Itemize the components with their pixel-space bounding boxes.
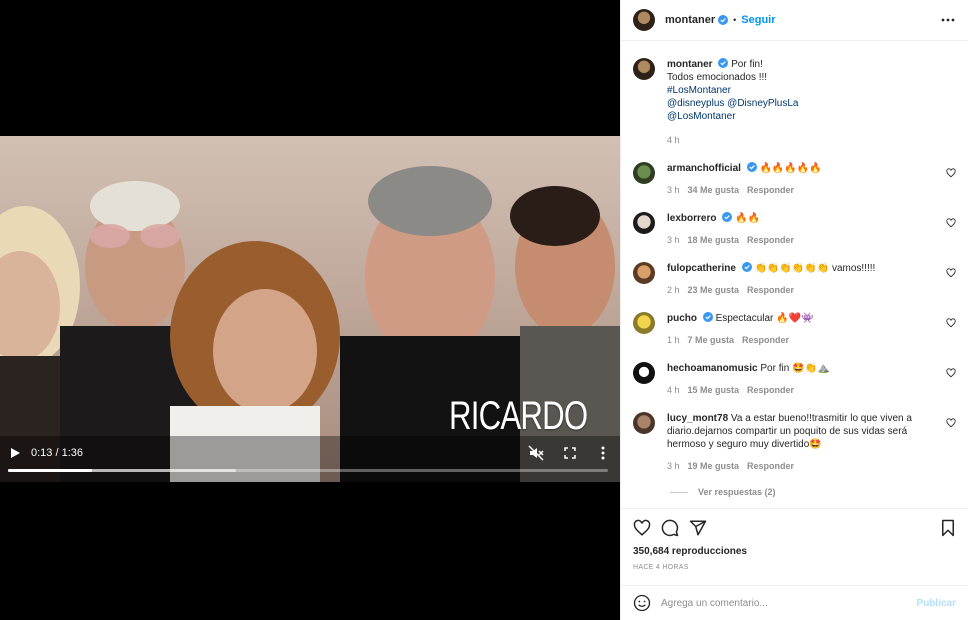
- reply-button[interactable]: Responder: [747, 384, 794, 397]
- comment-username[interactable]: lucy_mont78: [667, 413, 728, 424]
- like-comment-heart-icon[interactable]: [946, 368, 956, 378]
- play-icon[interactable]: [8, 446, 22, 460]
- verified-badge-icon: [718, 58, 729, 68]
- post-header: montaner • Seguir: [621, 0, 968, 41]
- post-actions: 350,684 reproducciones HACE 4 HORAS: [621, 508, 968, 571]
- video-progress-bar[interactable]: [8, 469, 608, 472]
- caption-mentions[interactable]: @disneyplus @DisneyPlusLa: [667, 97, 936, 110]
- verified-badge-icon: [702, 312, 713, 322]
- comment-item: fulopcatherine 👏👏👏👏👏👏 vamos!!!!! 2 h 23 M…: [633, 262, 956, 297]
- reply-button[interactable]: Responder: [747, 184, 794, 197]
- avatar[interactable]: [633, 212, 655, 234]
- comment-item: lucy_mont78 Va a estar bueno!!trasmitir …: [633, 412, 956, 473]
- comment-text: 👏👏👏👏👏👏 vamos!!!!!: [754, 263, 876, 274]
- comments-list[interactable]: montaner Por fin! Todos emocionados !!! …: [621, 42, 968, 508]
- follow-button[interactable]: Seguir: [741, 14, 775, 26]
- caption-line-1: Por fin!: [731, 59, 763, 70]
- comment-item: armanchofficial 🔥🔥🔥🔥🔥 3 h 34 Me gusta Resp…: [633, 162, 956, 197]
- comment-time: 3 h: [667, 185, 680, 195]
- view-replies-button[interactable]: Ver respuestas (2): [670, 487, 956, 497]
- caption-username[interactable]: montaner: [667, 59, 713, 70]
- post-side-panel: montaner • Seguir montaner Por fin! Todo…: [620, 0, 968, 620]
- like-comment-heart-icon[interactable]: [946, 168, 956, 178]
- comment-item: pucho Espectacular 🔥❤️👾 1 h 7 Me gusta Res…: [633, 312, 956, 347]
- replies-divider: [670, 491, 688, 493]
- comment-item: hechoamanomusic Por fin 🤩👏⛰️ 4 h 15 Me gu…: [633, 362, 956, 397]
- reply-button[interactable]: Responder: [747, 460, 794, 473]
- fullscreen-icon[interactable]: [562, 445, 578, 461]
- muted-volume-icon[interactable]: [528, 445, 544, 461]
- emoji-icon[interactable]: [633, 594, 651, 612]
- caption-line-2: Todos emocionados !!!: [667, 72, 768, 83]
- comment-input[interactable]: [661, 597, 917, 609]
- comment-likes[interactable]: 19 Me gusta: [688, 460, 740, 473]
- share-icon[interactable]: [689, 519, 707, 537]
- verified-badge-icon: [718, 15, 729, 25]
- like-comment-heart-icon[interactable]: [946, 318, 956, 328]
- comment-likes[interactable]: 7 Me gusta: [688, 334, 735, 347]
- comment-username[interactable]: hechoamanomusic: [667, 363, 758, 374]
- avatar[interactable]: [633, 362, 655, 384]
- separator-dot: •: [733, 15, 737, 25]
- video-name-overlay: RICARDO: [449, 394, 588, 438]
- caption-mention[interactable]: @LosMontaner: [667, 110, 936, 123]
- comment-item: lexborrero 🔥🔥 3 h 18 Me gusta Responder: [633, 212, 956, 247]
- like-comment-heart-icon[interactable]: [946, 268, 956, 278]
- avatar[interactable]: [633, 162, 655, 184]
- verified-badge-icon: [741, 262, 752, 272]
- comment-username[interactable]: lexborrero: [667, 213, 716, 224]
- header-username[interactable]: montaner: [665, 14, 715, 26]
- comment-time: 3 h: [667, 461, 680, 471]
- reply-button[interactable]: Responder: [747, 234, 794, 247]
- posted-time: HACE 4 HORAS: [633, 564, 689, 571]
- video-player[interactable]: RICARDO 0:13 / 1:36: [0, 0, 620, 620]
- post-caption: montaner Por fin! Todos emocionados !!! …: [633, 58, 956, 147]
- comment-likes[interactable]: 18 Me gusta: [688, 234, 740, 247]
- caption-hashtag[interactable]: #LosMontaner: [667, 84, 936, 97]
- comment-time: 1 h: [667, 335, 680, 345]
- publish-button[interactable]: Publicar: [917, 598, 956, 609]
- video-frame[interactable]: RICARDO: [0, 136, 620, 482]
- video-options-icon[interactable]: [595, 445, 611, 461]
- comment-text: Espectacular 🔥❤️👾: [715, 313, 814, 324]
- comment-username[interactable]: pucho: [667, 313, 697, 324]
- bookmark-icon[interactable]: [940, 519, 956, 537]
- reply-button[interactable]: Responder: [747, 284, 794, 297]
- like-comment-heart-icon[interactable]: [946, 418, 956, 428]
- comment-likes[interactable]: 34 Me gusta: [688, 184, 740, 197]
- avatar[interactable]: [633, 262, 655, 284]
- comment-username[interactable]: fulopcatherine: [667, 263, 736, 274]
- comment-text: 🔥🔥: [735, 213, 760, 224]
- comment-likes[interactable]: 15 Me gusta: [688, 384, 740, 397]
- comment-icon[interactable]: [661, 519, 679, 537]
- like-comment-heart-icon[interactable]: [946, 218, 956, 228]
- comment-time: 2 h: [667, 285, 680, 295]
- video-time: 0:13 / 1:36: [31, 447, 83, 459]
- verified-badge-icon: [722, 212, 733, 222]
- caption-time: 4 h: [667, 135, 680, 145]
- comment-time: 4 h: [667, 385, 680, 395]
- comment-username[interactable]: armanchofficial: [667, 163, 741, 174]
- more-horizontal-icon[interactable]: [940, 12, 956, 28]
- avatar[interactable]: [633, 58, 655, 80]
- comment-text: Por fin 🤩👏⛰️: [760, 363, 830, 374]
- comment-text: 🔥🔥🔥🔥🔥: [759, 163, 822, 174]
- avatar[interactable]: [633, 412, 655, 434]
- video-played-bar: [8, 469, 92, 472]
- video-controls: 0:13 / 1:36: [0, 438, 620, 482]
- view-count[interactable]: 350,684 reproducciones: [633, 546, 956, 557]
- like-heart-icon[interactable]: [633, 519, 651, 537]
- verified-badge-icon: [746, 162, 757, 172]
- comment-likes[interactable]: 23 Me gusta: [688, 284, 740, 297]
- reply-button[interactable]: Responder: [742, 334, 789, 347]
- add-comment-bar: Publicar: [621, 585, 968, 620]
- view-replies-label: Ver respuestas (2): [698, 487, 776, 497]
- avatar[interactable]: [633, 312, 655, 334]
- comment-time: 3 h: [667, 235, 680, 245]
- avatar[interactable]: [633, 9, 655, 31]
